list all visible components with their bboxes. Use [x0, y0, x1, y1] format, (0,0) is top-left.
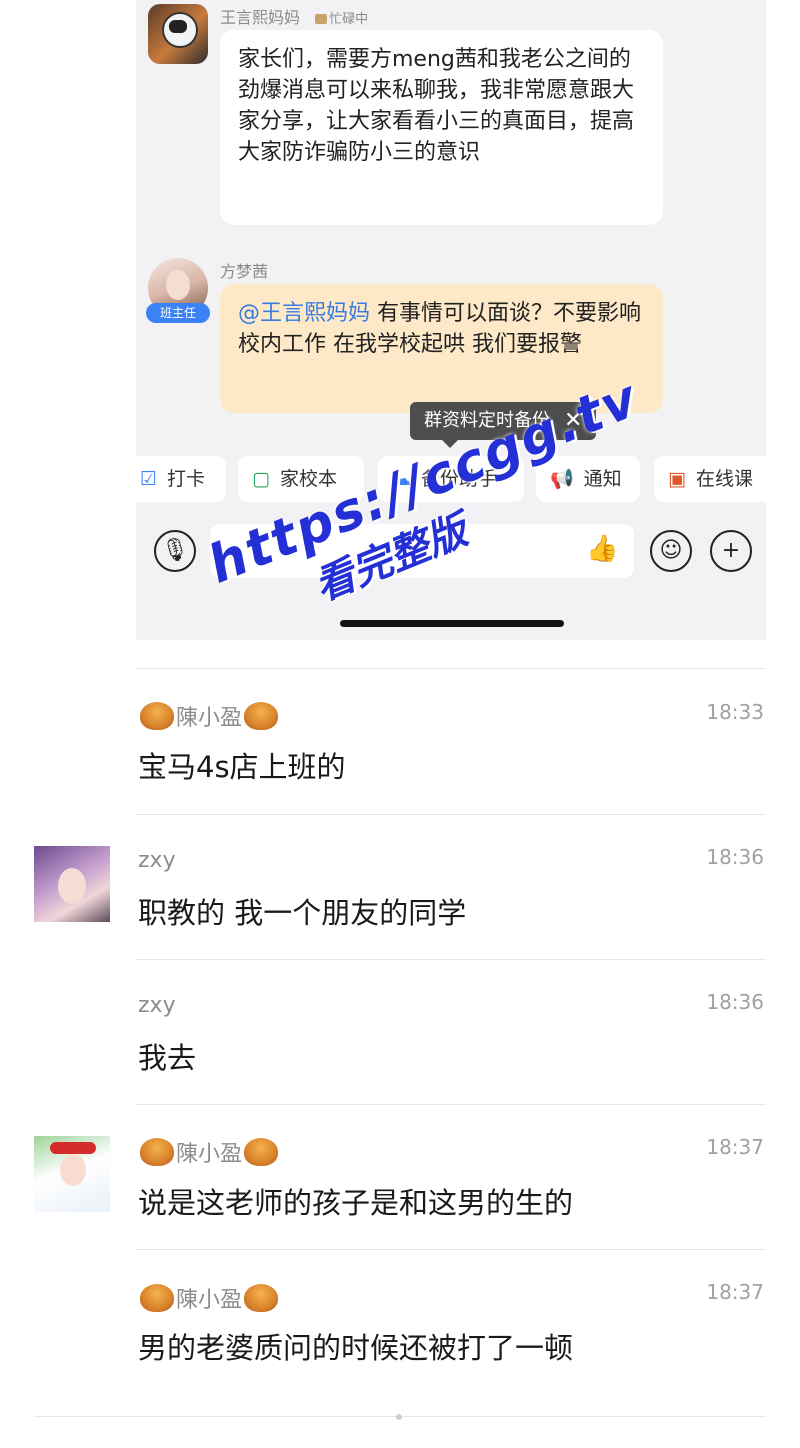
- microphone-icon[interactable]: 🎙: [154, 530, 196, 572]
- divider: [136, 814, 766, 815]
- sender-name: 方梦茜: [220, 262, 269, 281]
- divider: [136, 1249, 766, 1250]
- toolbar-label: 通知: [583, 468, 622, 490]
- comment-time: 18:37: [706, 1280, 764, 1304]
- commenter-avatar[interactable]: [34, 1136, 110, 1212]
- toolbar-checkin-button[interactable]: ☑ 打卡: [136, 456, 226, 502]
- cloud-backup-icon: ☁: [392, 468, 411, 490]
- divider: [136, 959, 766, 960]
- notebook-icon: ▢: [252, 468, 270, 490]
- sender-name: 王言熙妈妈 忙碌中: [220, 4, 368, 28]
- busy-status-icon: [315, 14, 328, 24]
- mooncake-icon: [140, 1284, 174, 1312]
- commenter-avatar[interactable]: [34, 846, 110, 922]
- mooncake-icon: [140, 1138, 174, 1166]
- status-tag: 忙碌中: [315, 12, 368, 27]
- author-name: 陳小盈: [176, 1142, 243, 1167]
- divider: [136, 668, 766, 669]
- message-text: 家长们，需要方meng茜和我老公之间的劲爆消息可以来私聊我，我非常愿意跟大家分享…: [238, 47, 635, 165]
- emoji-icon[interactable]: ☺: [650, 530, 692, 572]
- toolbar-label: 备份助手: [421, 468, 498, 490]
- mention-link[interactable]: @王言熙妈妈: [238, 301, 370, 326]
- divider: [136, 1104, 766, 1105]
- mooncake-icon: [244, 1284, 279, 1312]
- toolbar-label: 在线课: [695, 468, 753, 490]
- embedded-chat-screenshot: 王言熙妈妈 忙碌中 家长们，需要方meng茜和我老公之间的劲爆消息可以来私聊我，…: [136, 0, 766, 640]
- status-text: 忙碌中: [329, 12, 369, 27]
- message-bubble[interactable]: 家长们，需要方meng茜和我老公之间的劲爆消息可以来私聊我，我非常愿意跟大家分享…: [220, 30, 663, 225]
- close-icon[interactable]: ✕: [564, 408, 582, 433]
- scroll-dot: [396, 1414, 402, 1420]
- toolbar-homeschool-button[interactable]: ▢ 家校本: [238, 456, 364, 502]
- thumbs-up-icon[interactable]: 👍: [586, 534, 618, 564]
- sender-avatar[interactable]: [148, 4, 208, 64]
- home-indicator: [340, 620, 564, 627]
- group-toolbar: ☑ 打卡 ▢ 家校本 ☁ 备份助手 📢 通知 ▣ 在线课: [136, 456, 766, 504]
- comment-text: 宝马4s店上班的: [138, 750, 346, 784]
- comment-text: 职教的 我一个朋友的同学: [138, 896, 467, 930]
- tooltip-text: 群资料定时备份: [424, 410, 550, 431]
- avatar-face: [58, 868, 86, 904]
- input-row: 🎙 👍 ☺ +: [136, 520, 766, 580]
- mooncake-icon: [244, 702, 279, 730]
- comment-text: 我去: [138, 1041, 197, 1075]
- toolbar-notice-button[interactable]: 📢 通知: [536, 456, 640, 502]
- backup-tooltip: 群资料定时备份 ✕: [410, 402, 597, 448]
- comment-time: 18:36: [706, 845, 764, 869]
- toolbar-backup-button[interactable]: ☁ 备份助手: [378, 456, 524, 502]
- live-class-icon: ▣: [668, 468, 686, 490]
- avatar-face: [166, 270, 190, 300]
- comment-author[interactable]: 陳小盈: [138, 1282, 280, 1314]
- message-bubble-highlighted[interactable]: @王言熙妈妈 有事情可以面谈？不要影响校内工作 在我学校起哄 我们要报警: [220, 284, 663, 413]
- checkin-icon: ☑: [140, 468, 158, 490]
- toolbar-label: 家校本: [279, 468, 337, 490]
- toolbar-label: 打卡: [167, 468, 206, 490]
- megaphone-icon: 📢: [550, 468, 574, 490]
- astronaut-visor: [169, 20, 187, 33]
- avatar-bow: [50, 1142, 96, 1154]
- avatar-face: [60, 1154, 86, 1186]
- comment-author[interactable]: zxy: [138, 993, 176, 1018]
- author-name: 陳小盈: [176, 1288, 243, 1313]
- comment-author[interactable]: 陳小盈: [138, 700, 280, 732]
- role-badge: 班主任: [146, 303, 210, 323]
- sender-name-text: 王言熙妈妈: [220, 8, 301, 27]
- message-input[interactable]: [210, 524, 634, 578]
- comment-author[interactable]: zxy: [138, 848, 176, 873]
- plus-icon[interactable]: +: [710, 530, 752, 572]
- author-name: 陳小盈: [176, 706, 243, 731]
- comment-time: 18:37: [706, 1135, 764, 1159]
- mooncake-icon: [140, 702, 174, 730]
- comment-author[interactable]: 陳小盈: [138, 1136, 280, 1168]
- mooncake-icon: [244, 1138, 279, 1166]
- comment-text: 说是这老师的孩子是和这男的生的: [138, 1186, 574, 1220]
- toolbar-live-class-button[interactable]: ▣ 在线课: [654, 456, 766, 502]
- comment-time: 18:33: [706, 700, 764, 724]
- comment-text: 男的老婆质问的时候还被打了一顿: [138, 1331, 574, 1365]
- comment-time: 18:36: [706, 990, 764, 1014]
